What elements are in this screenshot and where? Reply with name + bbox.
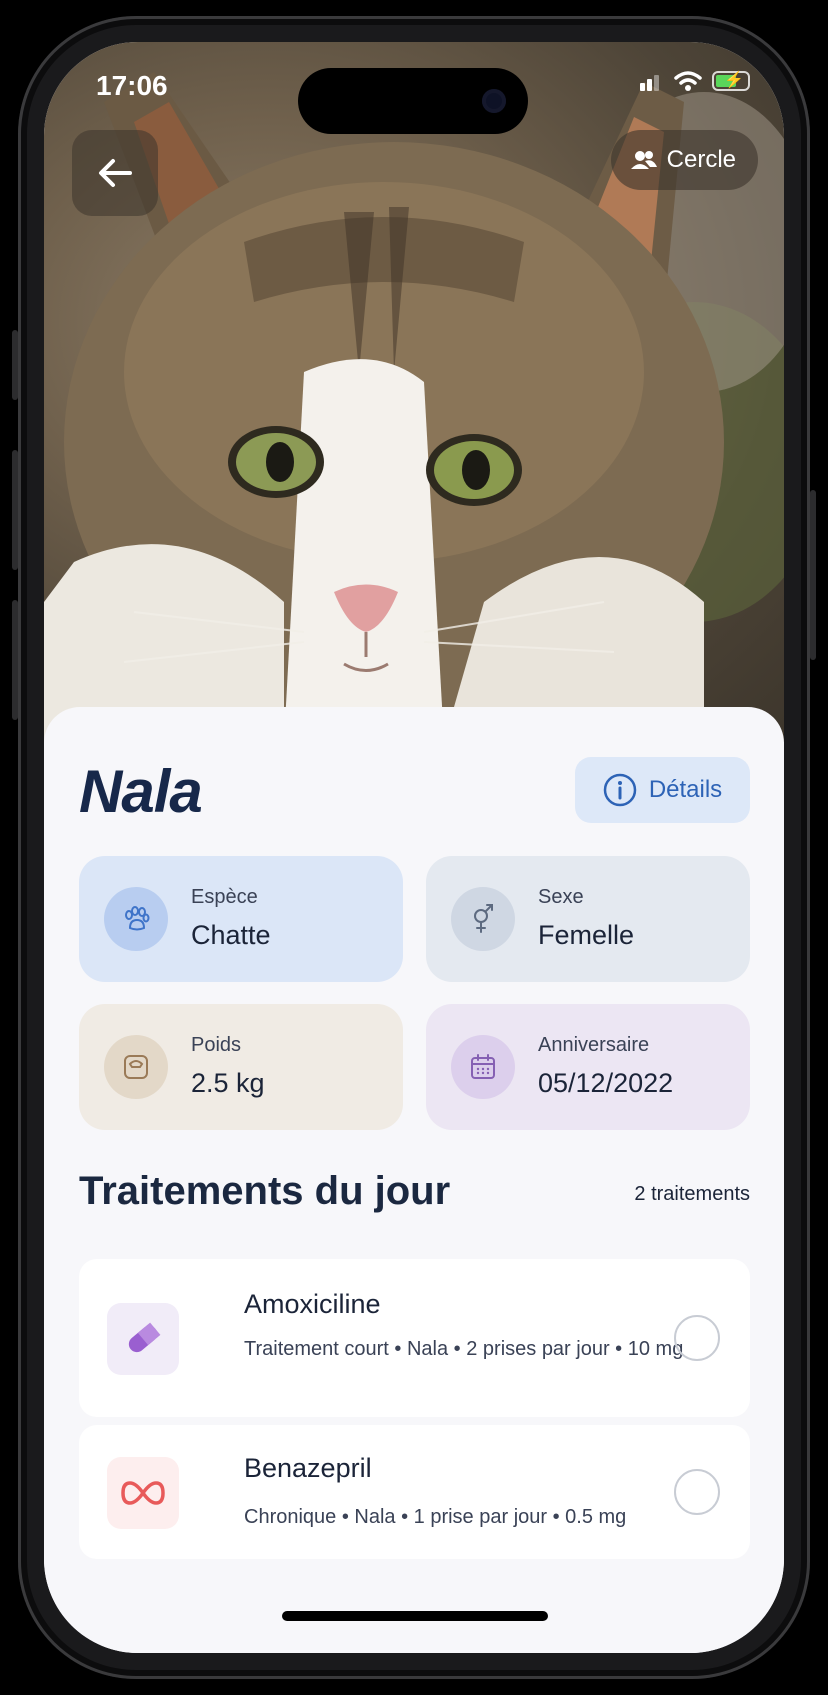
gender-icon bbox=[451, 887, 515, 951]
treatments-count: 2 traitements bbox=[634, 1183, 750, 1205]
arrow-left-icon bbox=[99, 159, 132, 187]
circle-button-label: Cercle bbox=[666, 146, 736, 173]
info-card-weight: Poids 2.5 kg bbox=[79, 1004, 403, 1130]
treatment-checkbox[interactable] bbox=[674, 1469, 720, 1515]
treatment-checkbox[interactable] bbox=[674, 1315, 720, 1361]
birthday-value: 05/12/2022 bbox=[538, 1068, 674, 1098]
paw-icon bbox=[104, 887, 168, 951]
volume-up-button bbox=[12, 450, 18, 570]
info-card-species: Espèce Chatte bbox=[79, 856, 403, 982]
home-indicator[interactable] bbox=[282, 1611, 548, 1621]
pet-detail-sheet: Nala Détails Espèce Chatte Sexe Femelle … bbox=[44, 707, 784, 1653]
wifi-icon bbox=[674, 71, 702, 91]
scale-icon bbox=[104, 1035, 168, 1099]
power-button bbox=[810, 490, 816, 660]
infinity-icon bbox=[107, 1457, 179, 1529]
sex-value: Femelle bbox=[538, 920, 635, 950]
info-card-sex: Sexe Femelle bbox=[426, 856, 750, 982]
treatment-card-amoxiciline[interactable]: Amoxiciline Traitement court • Nala • 2 … bbox=[79, 1259, 750, 1417]
pill-icon bbox=[107, 1303, 179, 1375]
info-icon bbox=[603, 773, 637, 807]
weight-value: 2.5 kg bbox=[191, 1068, 265, 1098]
pet-name: Nala bbox=[79, 758, 203, 825]
treatment-name: Amoxiciline bbox=[244, 1289, 381, 1319]
treatments-title: Traitements du jour bbox=[79, 1169, 451, 1213]
front-camera bbox=[482, 89, 506, 113]
mute-switch bbox=[12, 330, 18, 400]
volume-down-button bbox=[12, 600, 18, 720]
status-icons: ⚡ bbox=[638, 70, 750, 92]
treatment-name: Benazepril bbox=[244, 1453, 372, 1483]
birthday-label: Anniversaire bbox=[538, 1034, 650, 1056]
calendar-icon bbox=[451, 1035, 515, 1099]
status-time: 17:06 bbox=[96, 70, 168, 101]
info-card-birthday: Anniversaire 05/12/2022 bbox=[426, 1004, 750, 1130]
species-value: Chatte bbox=[191, 920, 271, 950]
treatment-card-benazepril[interactable]: Benazepril Chronique • Nala • 1 prise pa… bbox=[79, 1425, 750, 1559]
app-screen: 17:06 ⚡ Cercle Nala Détails Espèce Chatt… bbox=[44, 42, 784, 1653]
signal-icon bbox=[640, 75, 659, 91]
treatment-description: Chronique • Nala • 1 prise par jour • 0.… bbox=[244, 1506, 627, 1528]
details-button[interactable]: Détails bbox=[575, 757, 750, 823]
dynamic-island bbox=[298, 68, 528, 134]
details-button-label: Détails bbox=[648, 776, 723, 803]
sex-label: Sexe bbox=[538, 886, 584, 908]
species-label: Espèce bbox=[191, 886, 258, 908]
battery-icon: ⚡ bbox=[712, 71, 750, 91]
circle-button[interactable]: Cercle bbox=[610, 130, 758, 190]
group-icon bbox=[630, 151, 657, 169]
weight-label: Poids bbox=[191, 1034, 242, 1056]
back-button[interactable] bbox=[72, 130, 158, 216]
treatment-description: Traitement court • Nala • 2 prises par j… bbox=[244, 1338, 684, 1360]
